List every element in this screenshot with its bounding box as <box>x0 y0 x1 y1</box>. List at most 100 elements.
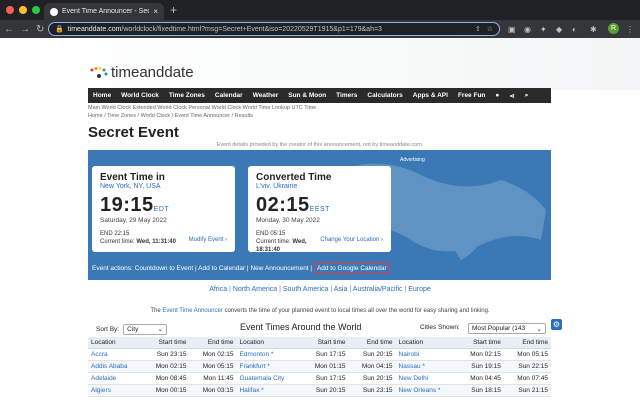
column-header[interactable]: End time <box>348 337 396 349</box>
city-link[interactable]: Nairobi <box>395 348 457 361</box>
column-header[interactable]: Start time <box>301 337 349 349</box>
forward-icon[interactable]: → <box>20 24 30 35</box>
nav-item[interactable]: World Clock <box>116 92 164 99</box>
region-link[interactable]: North America <box>233 286 277 293</box>
time-cell: Mon 11:45 <box>189 372 237 385</box>
minimize-window-button[interactable] <box>19 6 27 14</box>
time-cell: Mon 05:15 <box>189 360 237 373</box>
sort-label: Sort By: <box>96 325 120 333</box>
time-cell: Mon 07:45 <box>503 372 551 385</box>
time-cell: Mon 05:15 <box>503 348 551 361</box>
city-link[interactable]: New Delhi <box>395 372 457 385</box>
browser-menu-icon[interactable]: ⋮ <box>626 22 634 36</box>
extension-icon[interactable]: ◐ <box>572 22 577 36</box>
favicon-icon <box>50 7 58 16</box>
time-cell: Sun 21:15 <box>503 384 551 397</box>
extension-icon[interactable]: ◉ <box>524 22 531 36</box>
time-cell: Sun 23:15 <box>348 384 396 397</box>
change-location-link[interactable]: Change Your Location › <box>320 237 383 243</box>
bookmark-star-icon[interactable]: ☆ <box>487 25 493 33</box>
intro-text: The Event Time Announcer converts the ti… <box>0 308 640 314</box>
web-page: timeanddate Home World Clock Time Zones Cal… <box>0 38 640 400</box>
breadcrumb[interactable]: Home / Time Zones / World Clock / Event … <box>88 113 253 119</box>
event-time-value: 19:15 <box>100 194 154 216</box>
sort-select[interactable]: City ⌄ <box>123 323 168 335</box>
region-links: Africa | North America | South America |… <box>0 286 640 293</box>
intro-post: converts the time of your planned event … <box>224 308 490 314</box>
address-bar[interactable]: 🔒 timeanddate.com/worldclock/fixedtime.h… <box>48 22 500 36</box>
city-link[interactable]: Algiers <box>88 384 143 397</box>
clock-links[interactable]: Main World Clock Extended World Clock Pe… <box>88 105 316 111</box>
browser-tab[interactable]: Event Time Announcer - Secre × <box>44 3 164 20</box>
share-icon[interactable]: ⇪ <box>475 25 481 33</box>
converted-timezone[interactable]: EEST <box>310 206 330 213</box>
city-link[interactable]: Frankfurt * <box>236 360 302 373</box>
nav-item[interactable]: Free Fun <box>453 92 490 99</box>
region-link[interactable]: Europe <box>408 286 431 293</box>
city-link[interactable]: Addis Ababa <box>88 360 143 373</box>
nav-item[interactable]: Calculators <box>362 92 407 99</box>
table-row: Accra Sun 23:15 Mon 02:15 Edmonton * Sun 17:… <box>88 348 551 361</box>
event-actions: Event actions: Countdown to Event | Add … <box>92 263 390 274</box>
event-actions-label: Event actions: <box>92 265 133 272</box>
column-header[interactable]: Start time <box>142 337 190 349</box>
cities-select[interactable]: Most Popular (143 ⌄ <box>468 323 546 334</box>
city-link[interactable]: Halifax * <box>236 384 302 397</box>
nav-item[interactable]: Calendar <box>210 92 248 99</box>
city-link[interactable]: New Orleans * <box>395 384 457 397</box>
city-link[interactable]: Nassau * <box>395 360 457 373</box>
event-announcer-link[interactable]: Event Time Announcer <box>162 308 222 314</box>
nav-item[interactable]: Time Zones <box>164 92 210 99</box>
city-link[interactable]: Adelaide <box>88 372 143 385</box>
main-nav: Home World Clock Time Zones Calendar Weather… <box>88 88 551 103</box>
column-header[interactable]: Location <box>88 337 143 349</box>
nav-item[interactable]: Timers <box>331 92 362 99</box>
reload-icon[interactable]: ↻ <box>36 24 44 35</box>
back-icon[interactable]: ← <box>4 24 14 35</box>
region-link[interactable]: Asia <box>334 286 348 293</box>
column-header[interactable]: Location <box>236 337 302 349</box>
city-link[interactable]: Accra <box>88 348 143 361</box>
time-cell: Mon 02:15 <box>189 348 237 361</box>
nav-item[interactable]: Home <box>88 92 116 99</box>
nav-item[interactable]: Sun & Moon <box>283 92 331 99</box>
google-calendar-link[interactable]: Add to Google Calendar <box>313 263 390 274</box>
tab-title: Event Time Announcer - Secre <box>62 8 150 15</box>
gear-icon[interactable]: ⚙ <box>551 319 562 330</box>
event-timezone[interactable]: EDT <box>154 206 170 213</box>
extension-icon[interactable]: ✦ <box>540 22 547 36</box>
nav-item[interactable]: Apps & API <box>408 92 453 99</box>
extension-icon[interactable]: ◆ <box>556 22 562 36</box>
new-announcement-link[interactable]: New Announcement <box>250 265 308 272</box>
maximize-window-button[interactable] <box>32 6 40 14</box>
close-window-button[interactable] <box>6 6 14 14</box>
chevron-down-icon: ⌄ <box>157 326 164 333</box>
column-header[interactable]: Start time <box>456 337 504 349</box>
city-link[interactable]: Guatemala City <box>236 372 302 385</box>
region-link[interactable]: Australia/Pacific <box>353 286 403 293</box>
advertising-label: Advertising <box>400 157 425 163</box>
column-header[interactable]: Location <box>395 337 457 349</box>
modify-event-link[interactable]: Modify Event › <box>189 237 227 243</box>
city-link[interactable]: Edmonton * <box>236 348 302 361</box>
extensions-puzzle-icon[interactable]: ✱ <box>590 22 597 36</box>
new-tab-button[interactable]: + <box>170 3 177 17</box>
event-location[interactable]: New York, NY, USA <box>100 183 227 190</box>
time-cell: Sun 20:15 <box>348 372 396 385</box>
converted-location[interactable]: L'viv, Ukraine <box>256 183 383 190</box>
share-icon[interactable]: ⋖ <box>504 92 519 100</box>
countdown-link[interactable]: Countdown to Event <box>135 265 194 272</box>
table-row: Addis Ababa Mon 02:15 Mon 05:15 Frankfurt *… <box>88 360 551 373</box>
site-logo[interactable]: timeanddate <box>90 64 194 81</box>
column-header[interactable]: End time <box>503 337 551 349</box>
tab-close-icon[interactable]: × <box>153 7 158 16</box>
region-link[interactable]: South America <box>283 286 329 293</box>
add-calendar-link[interactable]: Add to Calendar <box>198 265 245 272</box>
nav-item[interactable]: Weather <box>248 92 284 99</box>
column-header[interactable]: End time <box>189 337 237 349</box>
region-link[interactable]: Africa <box>209 286 227 293</box>
extension-icon[interactable]: ▣ <box>508 22 516 36</box>
profile-avatar[interactable]: R <box>608 23 619 34</box>
user-icon[interactable]: ● <box>490 92 504 99</box>
search-icon[interactable]: ⌕ <box>520 92 534 100</box>
